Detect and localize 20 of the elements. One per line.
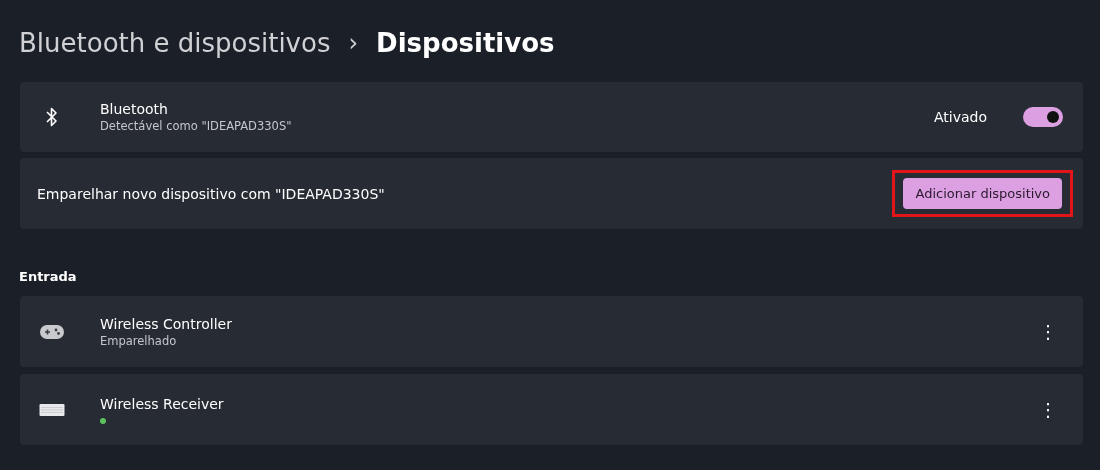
keyboard-icon	[39, 402, 65, 417]
card-title: Bluetooth	[100, 101, 169, 117]
breadcrumb-separator: ›	[348, 28, 359, 59]
pair-description: Emparelhar novo dispositivo com "IDEAPAD330S"	[37, 185, 386, 202]
device-name: Wireless Controller	[100, 315, 233, 332]
device-card[interactable]: Wireless Receiver ⋮	[20, 374, 1083, 445]
toggle-switch[interactable]	[1023, 107, 1063, 127]
device-card[interactable]: Wireless Controller Emparelhado ⋮	[20, 296, 1083, 367]
more-options-button[interactable]: ⋮	[1033, 398, 1063, 421]
bluetooth-icon	[45, 106, 59, 128]
page-title: Dispositivos	[376, 27, 555, 60]
device-status: Emparelhado	[100, 333, 178, 348]
gamepad-icon	[39, 322, 65, 341]
section-heading: Entrada	[19, 269, 78, 284]
breadcrumb-link[interactable]: Bluetooth e dispositivos	[19, 24, 331, 62]
add-device-button[interactable]: Adicionar dispositivo	[903, 178, 1062, 209]
card-subtitle: Detectável como "IDEAPAD330S"	[100, 119, 293, 133]
device-name: Wireless Receiver	[100, 395, 225, 412]
more-options-button[interactable]: ⋮	[1033, 320, 1063, 343]
toggle-state-label: Ativado	[933, 109, 987, 125]
